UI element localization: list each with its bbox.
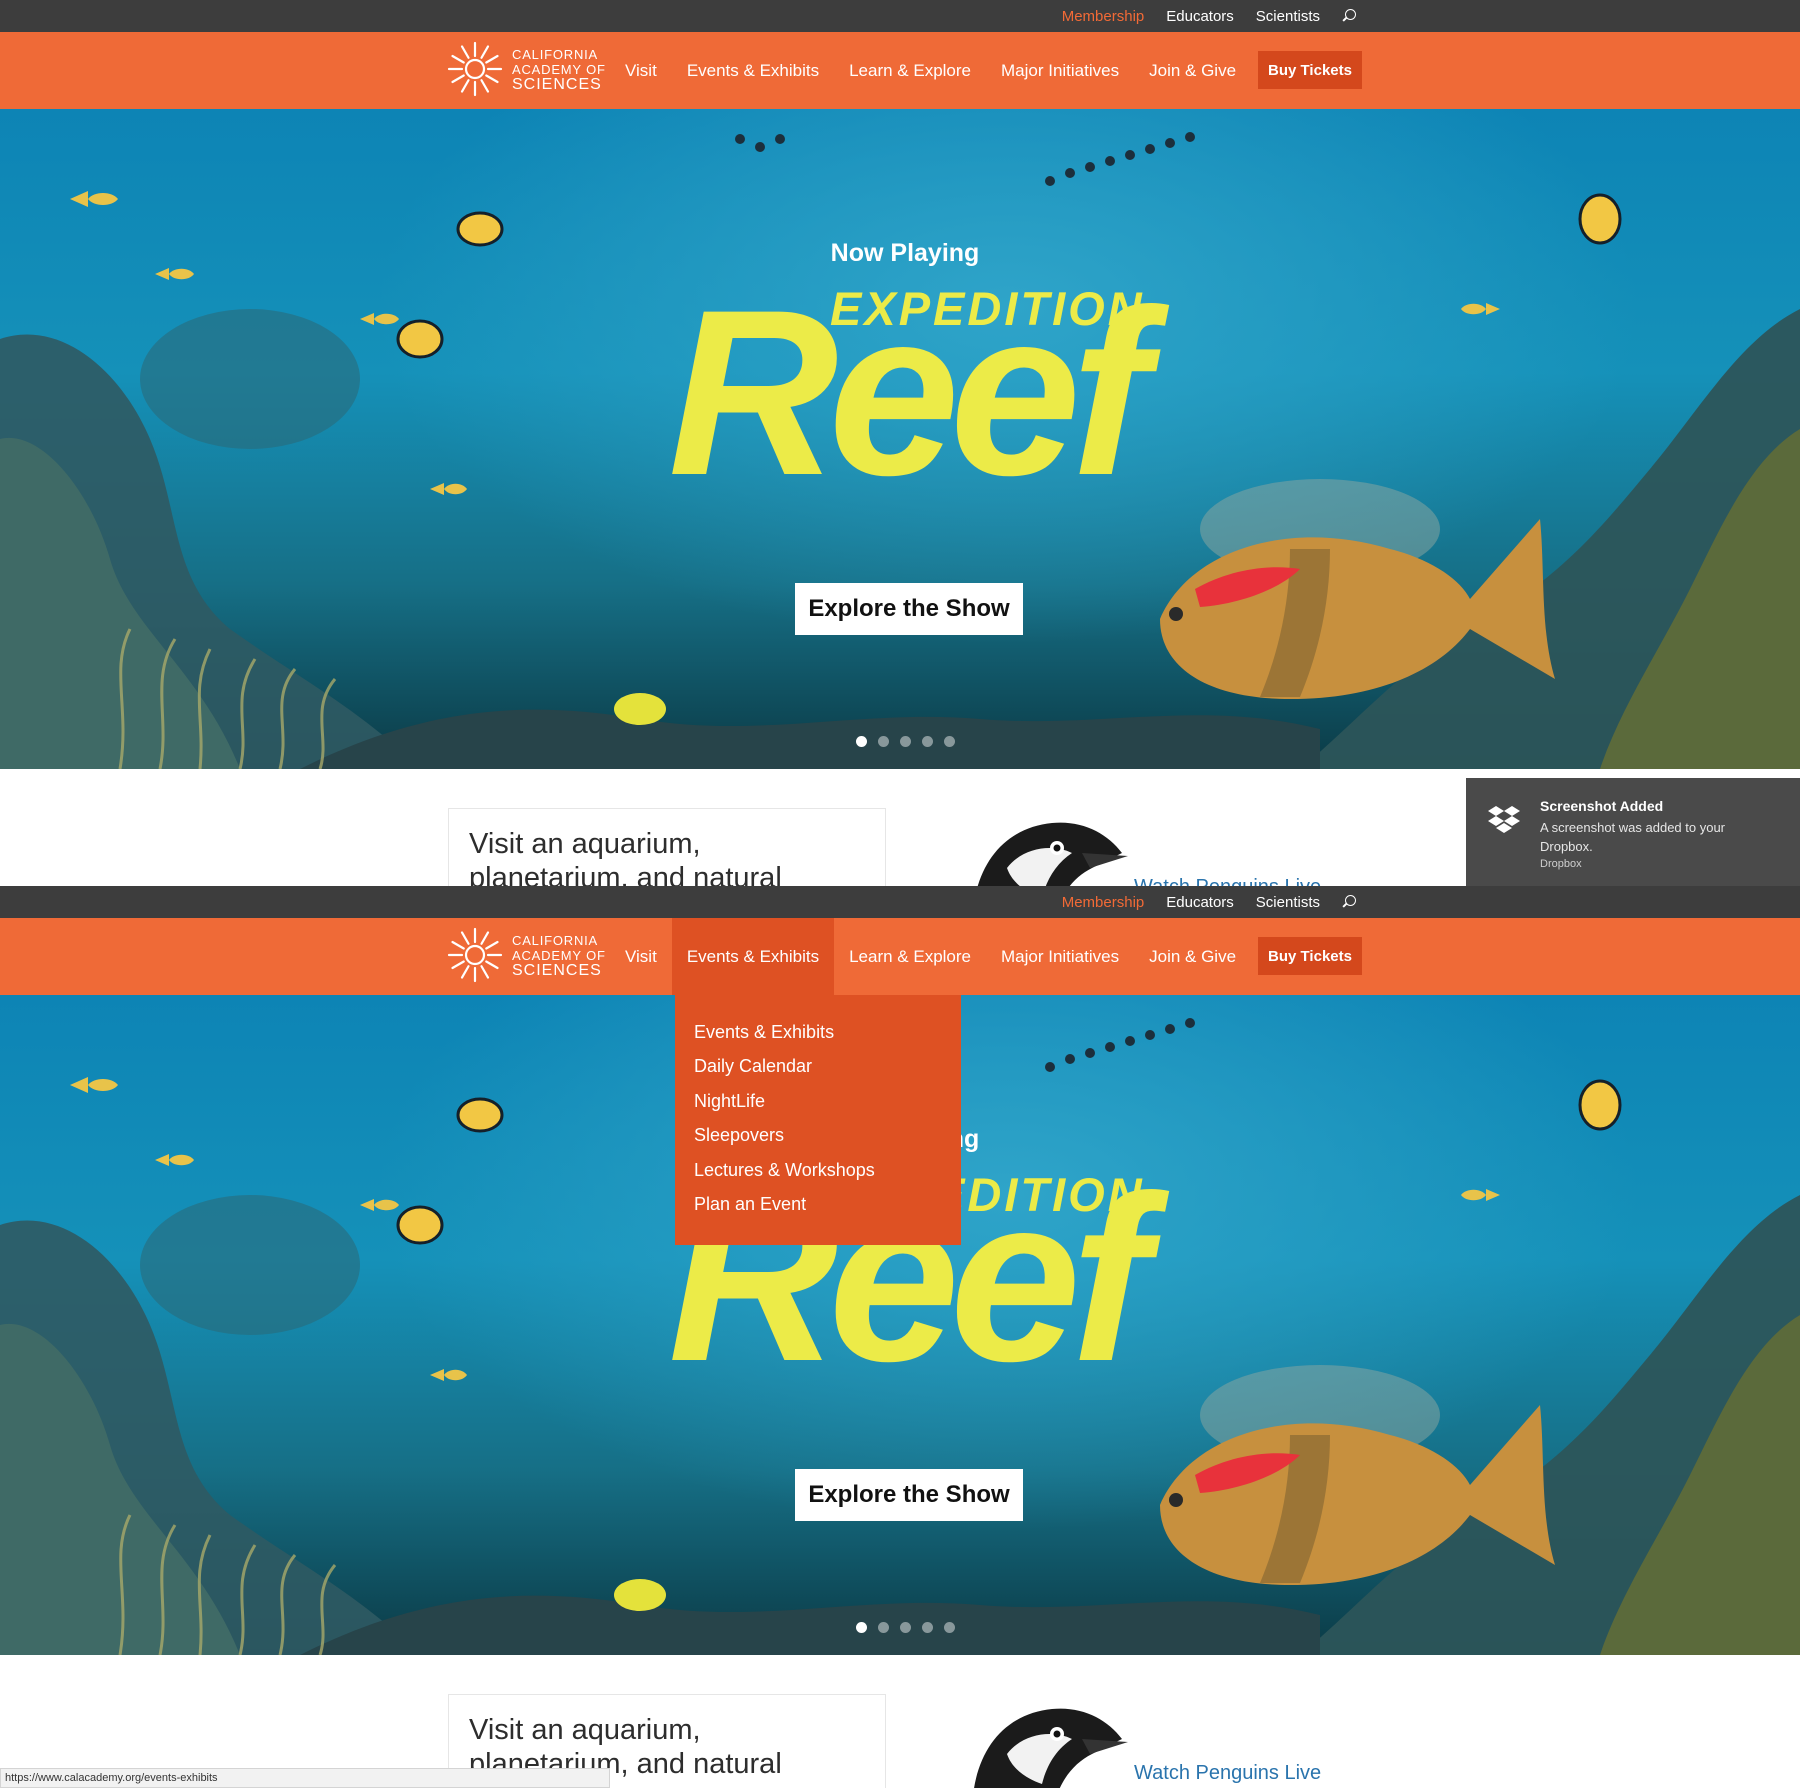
nav-events-exhibits[interactable]: Events & Exhibits xyxy=(672,32,834,109)
dropdown-item[interactable]: Lectures & Workshops xyxy=(675,1153,961,1187)
watch-penguins-link[interactable]: Watch Penguins Live xyxy=(1134,1762,1321,1785)
scientists-link[interactable]: Scientists xyxy=(1256,894,1320,911)
utility-links: Membership Educators Scientists xyxy=(1062,886,1356,918)
events-dropdown-menu: Events & Exhibits Daily Calendar NightLife… xyxy=(675,995,961,1245)
penguin-illustration xyxy=(974,1708,1128,1788)
hero-title-expedition: EXPEDITION xyxy=(830,282,1145,335)
penguin-illustration xyxy=(976,822,1128,890)
search-icon[interactable] xyxy=(1342,895,1356,909)
search-icon[interactable] xyxy=(1342,9,1356,23)
logo-line-3: SCIENCES xyxy=(512,961,602,979)
carousel-dots xyxy=(856,1622,955,1633)
logo-line-1: CALIFORNIA xyxy=(512,932,599,948)
primary-nav: Visit Events & Exhibits Learn & Explore … xyxy=(610,918,1251,995)
membership-link[interactable]: Membership xyxy=(1062,894,1145,911)
intro-text: Visit an aquarium, planetarium, and natu… xyxy=(469,828,782,890)
academy-logo[interactable]: CALIFORNIA ACADEMY OF SCIENCES xyxy=(446,926,606,984)
utility-links: Membership Educators Scientists xyxy=(1062,0,1356,32)
scientists-link[interactable]: Scientists xyxy=(1256,8,1320,25)
main-nav: CALIFORNIA ACADEMY OF SCIENCES Visit Eve… xyxy=(0,918,1800,995)
carousel-dot[interactable] xyxy=(944,1622,955,1633)
academy-logo[interactable]: CALIFORNIA ACADEMY OF SCIENCES xyxy=(446,40,606,98)
explore-show-button[interactable]: Explore the Show xyxy=(795,1469,1023,1521)
nav-major-initiatives[interactable]: Major Initiatives xyxy=(986,918,1134,995)
status-bar-url: https://www.calacademy.org/events-exhibi… xyxy=(0,1768,610,1788)
carousel-dot[interactable] xyxy=(922,1622,933,1633)
screenshot-default-state: Membership Educators Scientists CALIFORN… xyxy=(0,0,1800,890)
logo-line-2: ACADEMY OF xyxy=(512,61,606,77)
nav-learn-explore[interactable]: Learn & Explore xyxy=(834,918,986,995)
main-nav: CALIFORNIA ACADEMY OF SCIENCES Visit Eve… xyxy=(0,32,1800,109)
explore-show-button[interactable]: Explore the Show xyxy=(795,583,1023,635)
dropdown-item[interactable]: Plan an Event xyxy=(675,1187,961,1221)
educators-link[interactable]: Educators xyxy=(1166,8,1234,25)
buy-tickets-button[interactable]: Buy Tickets xyxy=(1258,51,1362,89)
toast-title: Screenshot Added xyxy=(1540,798,1664,814)
nav-learn-explore[interactable]: Learn & Explore xyxy=(834,32,986,109)
dropbox-toast[interactable]: Screenshot Added A screenshot was added … xyxy=(1466,778,1800,890)
logo-line-2: ACADEMY OF xyxy=(512,947,606,963)
buy-tickets-button[interactable]: Buy Tickets xyxy=(1258,937,1362,975)
dropdown-item[interactable]: Sleepovers xyxy=(675,1118,961,1152)
utility-bar: Membership Educators Scientists xyxy=(0,886,1800,918)
carousel-dot[interactable] xyxy=(878,736,889,747)
toast-body: A screenshot was added to your Dropbox. xyxy=(1540,820,1726,854)
primary-nav: Visit Events & Exhibits Learn & Explore … xyxy=(610,32,1251,109)
toast-source: Dropbox xyxy=(1540,858,1582,870)
nav-visit[interactable]: Visit xyxy=(610,918,672,995)
carousel-dot[interactable] xyxy=(856,1622,867,1633)
hero-banner: Now Playing Reef EXPEDITION Explore the … xyxy=(0,109,1800,769)
educators-link[interactable]: Educators xyxy=(1166,894,1234,911)
carousel-dot[interactable] xyxy=(944,736,955,747)
nav-visit[interactable]: Visit xyxy=(610,32,672,109)
screenshot-dropdown-state: Membership Educators Scientists CALIFORN… xyxy=(0,886,1800,1788)
sun-logo-icon xyxy=(447,41,503,97)
dropdown-item[interactable]: Events & Exhibits xyxy=(675,1015,961,1049)
carousel-dot[interactable] xyxy=(878,1622,889,1633)
carousel-dot[interactable] xyxy=(922,736,933,747)
nav-events-exhibits[interactable]: Events & Exhibits xyxy=(671,918,835,995)
logo-line-3: SCIENCES xyxy=(512,75,602,93)
nav-major-initiatives[interactable]: Major Initiatives xyxy=(986,32,1134,109)
carousel-dot[interactable] xyxy=(900,1622,911,1633)
logo-line-1: CALIFORNIA xyxy=(512,46,599,62)
membership-link[interactable]: Membership xyxy=(1062,8,1145,25)
carousel-dots xyxy=(856,736,955,747)
nav-join-give[interactable]: Join & Give xyxy=(1134,32,1251,109)
dropdown-item[interactable]: Daily Calendar xyxy=(675,1049,961,1083)
carousel-dot[interactable] xyxy=(900,736,911,747)
dropdown-item[interactable]: NightLife xyxy=(675,1084,961,1118)
carousel-dot[interactable] xyxy=(856,736,867,747)
intro-card: Visit an aquarium, planetarium, and natu… xyxy=(448,808,886,890)
sun-logo-icon xyxy=(447,927,503,983)
utility-bar: Membership Educators Scientists xyxy=(0,0,1800,32)
dropbox-icon xyxy=(1488,806,1520,833)
logo-wordmark: CALIFORNIA ACADEMY OF SCIENCES xyxy=(512,932,606,979)
nav-join-give[interactable]: Join & Give xyxy=(1134,918,1251,995)
logo-wordmark: CALIFORNIA ACADEMY OF SCIENCES xyxy=(512,46,606,93)
